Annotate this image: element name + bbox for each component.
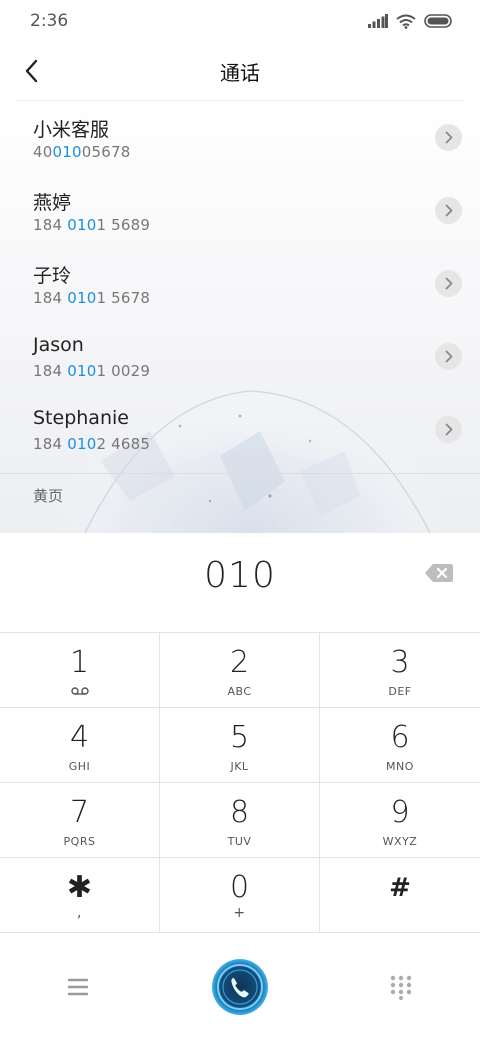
key-digit: 7 (69, 795, 90, 830)
backspace-icon (425, 564, 453, 582)
yellow-pages-divider (0, 473, 480, 474)
voicemail-icon (70, 687, 89, 695)
key-digit: 3 (390, 645, 410, 680)
wifi-icon (396, 14, 416, 29)
contact-name: Stephanie (33, 407, 129, 429)
key-star[interactable]: ✱ , (0, 858, 160, 933)
page-title: 通话 (220, 60, 260, 85)
key-digit: # (389, 873, 411, 903)
header: 通话 (0, 42, 480, 100)
chevron-right-icon (445, 131, 452, 144)
contact-name: 小米客服 (33, 119, 110, 141)
bottom-action-bar (0, 934, 480, 1040)
backspace-button[interactable] (424, 561, 454, 585)
menu-icon (67, 978, 89, 996)
key-letters: , (77, 905, 82, 921)
status-icons (368, 14, 454, 29)
key-letters: ABC (227, 685, 252, 698)
contact-number: 184 0102 4685 (33, 435, 151, 453)
contact-number: 184 0101 0029 (33, 362, 151, 380)
key-digit: 2 (229, 645, 250, 680)
contact-number: 184 0101 5689 (33, 216, 151, 234)
signal-icon (368, 14, 388, 28)
contact-item[interactable]: 小米客服 4001005678 (0, 101, 480, 174)
contact-name: 子玲 (33, 265, 72, 287)
key-digit: 6 (390, 720, 410, 755)
key-digit: 0 (229, 870, 250, 905)
key-8[interactable]: 8 TUV (160, 783, 320, 858)
contact-item[interactable]: 子玲 184 0101 5678 (0, 247, 480, 320)
menu-button[interactable] (64, 974, 92, 1000)
key-digit: 4 (69, 720, 90, 755)
key-letters: JKL (230, 760, 249, 773)
dial-input-area: 010 (0, 533, 480, 632)
key-7[interactable]: 7 PQRS (0, 783, 160, 858)
contact-name: 燕婷 (33, 192, 72, 214)
key-1[interactable]: 1 (0, 633, 160, 708)
call-button[interactable] (211, 958, 269, 1016)
contact-matches: 小米客服 4001005678 燕婷 184 0101 5689 子玲 184 … (0, 101, 480, 533)
contact-item[interactable]: Stephanie 184 0102 4685 (0, 393, 480, 466)
contact-details-button[interactable] (435, 124, 462, 151)
key-2[interactable]: 2 ABC (160, 633, 320, 708)
key-0[interactable]: 0 + (160, 858, 320, 933)
status-time: 2:36 (30, 11, 69, 31)
key-letters: TUV (227, 835, 252, 848)
phone-call-icon (212, 959, 268, 1015)
contact-details-button[interactable] (435, 197, 462, 224)
contact-number: 184 0101 5678 (33, 289, 151, 307)
status-bar: 2:36 (0, 0, 480, 42)
dialpad-toggle-button[interactable] (388, 974, 414, 1000)
key-6[interactable]: 6 MNO (320, 708, 480, 783)
contact-name: Jason (33, 334, 84, 356)
contact-details-button[interactable] (435, 270, 462, 297)
key-digit: 8 (229, 795, 250, 830)
contact-number: 4001005678 (33, 143, 131, 161)
back-button[interactable] (14, 54, 48, 88)
key-digit: 9 (390, 795, 410, 830)
dialpad-icon (390, 975, 412, 1000)
key-digit: 5 (229, 720, 250, 755)
key-5[interactable]: 5 JKL (160, 708, 320, 783)
key-letters: DEF (388, 685, 412, 698)
key-letters: + (233, 905, 246, 921)
key-pound[interactable]: # (320, 858, 480, 933)
contact-details-button[interactable] (435, 416, 462, 443)
dial-keypad: 1 2 ABC 3 DEF 4 GHI 5 JKL 6 MNO 7 PQRS 8… (0, 632, 480, 934)
chevron-right-icon (445, 423, 452, 436)
contact-item[interactable]: 燕婷 184 0101 5689 (0, 174, 480, 247)
chevron-left-icon (25, 59, 38, 83)
dialed-number: 010 (204, 555, 276, 596)
key-3[interactable]: 3 DEF (320, 633, 480, 708)
key-letters: GHI (68, 760, 91, 773)
key-digit: ✱ (66, 870, 93, 905)
chevron-right-icon (445, 204, 452, 217)
key-letters: MNO (386, 760, 414, 773)
battery-icon (424, 14, 452, 28)
key-9[interactable]: 9 WXYZ (320, 783, 480, 858)
contact-item[interactable]: Jason 184 0101 0029 (0, 320, 480, 393)
key-digit: 1 (69, 645, 90, 680)
chevron-right-icon (445, 277, 452, 290)
key-4[interactable]: 4 GHI (0, 708, 160, 783)
yellow-pages-link[interactable]: 黄页 (33, 485, 63, 506)
contact-details-button[interactable] (435, 343, 462, 370)
key-letters: PQRS (63, 835, 96, 848)
chevron-right-icon (445, 350, 452, 363)
key-letters: WXYZ (382, 835, 418, 848)
